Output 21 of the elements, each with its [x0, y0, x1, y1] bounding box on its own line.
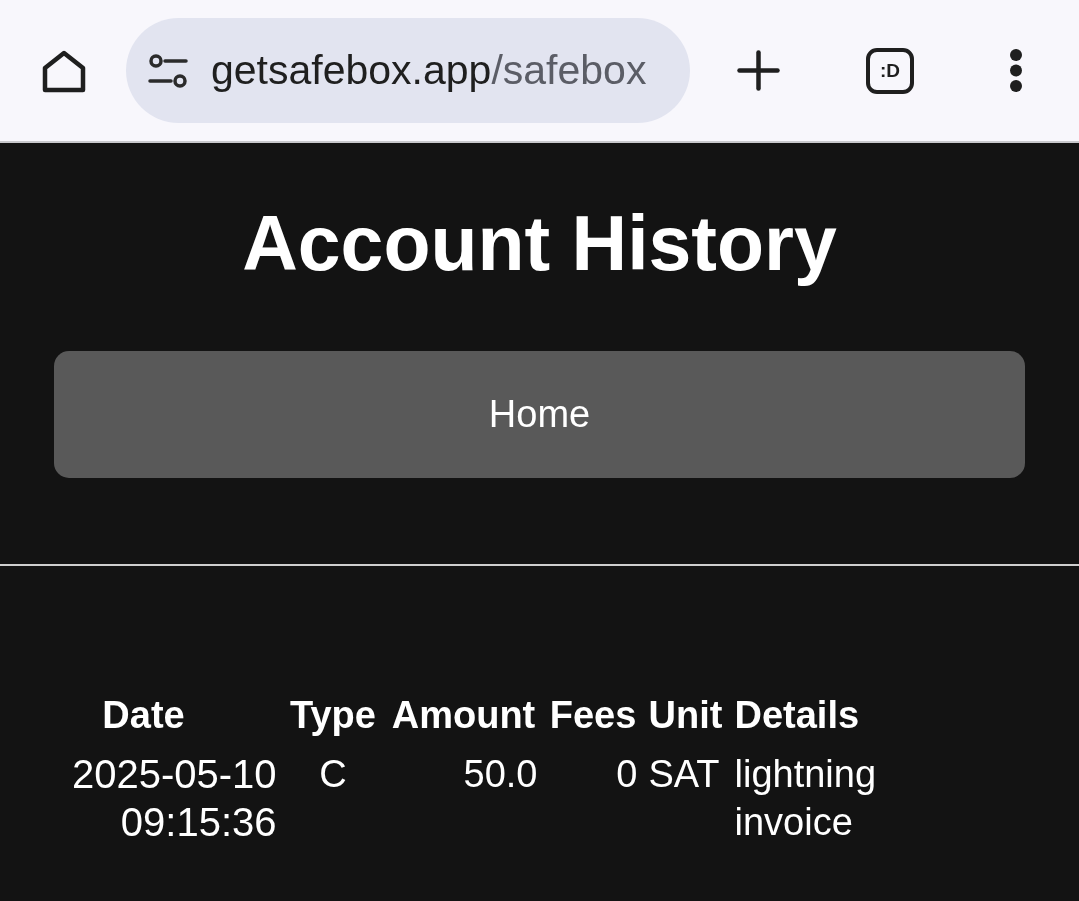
- table-cell: SAT: [648, 753, 720, 795]
- column-header: Fees: [549, 694, 637, 736]
- table-cell: 0: [616, 753, 638, 795]
- column-header: Date: [102, 694, 185, 736]
- address-bar[interactable]: getsafebox.app/safebox: [126, 18, 690, 123]
- column-header: Details: [734, 694, 860, 736]
- url-text[interactable]: getsafebox.app/safebox: [211, 46, 647, 95]
- tab-switcher-button[interactable]: :D: [866, 47, 914, 94]
- table-cell: lightning invoice: [734, 753, 877, 843]
- column-header: Amount: [391, 694, 536, 736]
- column-header: Type: [290, 694, 376, 736]
- table-cell: 50.0: [463, 753, 538, 795]
- column-header: Unit: [648, 694, 723, 736]
- page-title: Account History: [241, 199, 838, 288]
- sliders-icon[interactable]: [148, 53, 188, 88]
- table-cell: C: [319, 753, 347, 795]
- home-icon[interactable]: [40, 49, 88, 94]
- table-cell: 2025-05-10 09:15:36: [71, 752, 277, 844]
- home-button[interactable]: Home: [54, 351, 1025, 478]
- new-tab-icon[interactable]: [737, 50, 780, 91]
- menu-icon[interactable]: [1008, 49, 1024, 92]
